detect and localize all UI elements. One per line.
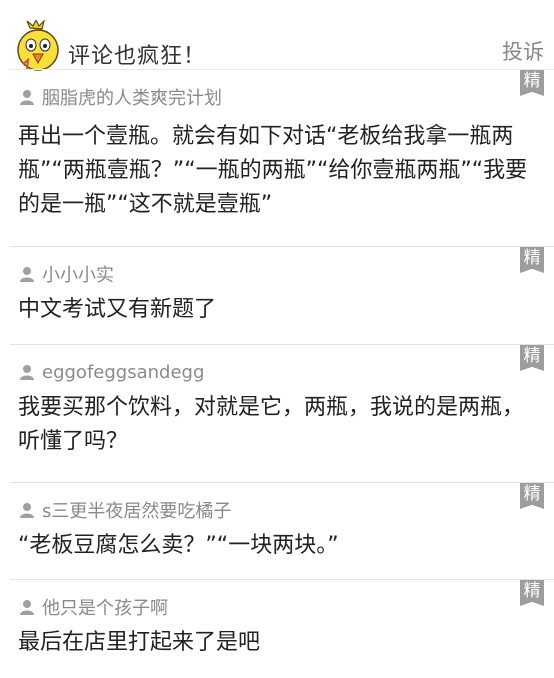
user-icon	[20, 267, 34, 282]
comment-list: 精 胭脂虎的人类爽完计划 再出一个壹瓶。就会有如下对话“老板给我拿一瓶两瓶”“两…	[0, 70, 554, 678]
comment-text: 再出一个壹瓶。就会有如下对话“老板给我拿一瓶两瓶”“两瓶壹瓶？”“一瓶的两瓶”“…	[18, 124, 528, 217]
comment-username[interactable]: eggofeggsandegg	[42, 362, 204, 383]
comment-item: 精 小小小实 中文考试又有新题了	[10, 247, 554, 345]
comment-meta: 小小小实	[10, 247, 554, 287]
comment-item: 精 胭脂虎的人类爽完计划 再出一个壹瓶。就会有如下对话“老板给我拿一瓶两瓶”“两…	[10, 70, 554, 247]
user-icon	[20, 90, 34, 105]
comment-item: 精 s三更半夜居然要吃橘子 “老板豆腐怎么卖？”“一块两块。”	[10, 483, 554, 580]
comment-item: 精 他只是个孩子啊 最后在店里打起来了是吧	[10, 580, 554, 678]
comment-meta: eggofeggsandegg	[10, 345, 554, 385]
chick-mascot-icon	[17, 20, 59, 71]
comment-text: 最后在店里打起来了是吧	[18, 630, 261, 655]
page-title: 评论也疯狂！	[68, 44, 207, 69]
comment-username[interactable]: 小小小实	[42, 261, 114, 287]
comment-text: 我要买那个饮料，对就是它，两瓶，我说的是两瓶，听懂了吗？	[18, 395, 525, 454]
comment-username[interactable]: 胭脂虎的人类爽完计划	[42, 84, 222, 110]
comment-text: 中文考试又有新题了	[18, 297, 217, 322]
comment-text: “老板豆腐怎么卖？”“一块两块。”	[18, 533, 339, 558]
comment-meta: 胭脂虎的人类爽完计划	[10, 70, 554, 110]
comment-username[interactable]: 他只是个孩子啊	[42, 594, 168, 620]
report-button[interactable]: 投诉	[502, 36, 544, 66]
user-icon	[20, 365, 34, 380]
page-header: 评论也疯狂！ 投诉	[0, 0, 554, 71]
comment-username[interactable]: s三更半夜居然要吃橘子	[42, 497, 231, 523]
user-icon	[20, 503, 34, 518]
user-icon	[20, 600, 34, 615]
comment-meta: s三更半夜居然要吃橘子	[10, 483, 554, 523]
comment-meta: 他只是个孩子啊	[10, 580, 554, 620]
comment-item: 精 eggofeggsandegg 我要买那个饮料，对就是它，两瓶，我说的是两瓶…	[10, 345, 554, 483]
